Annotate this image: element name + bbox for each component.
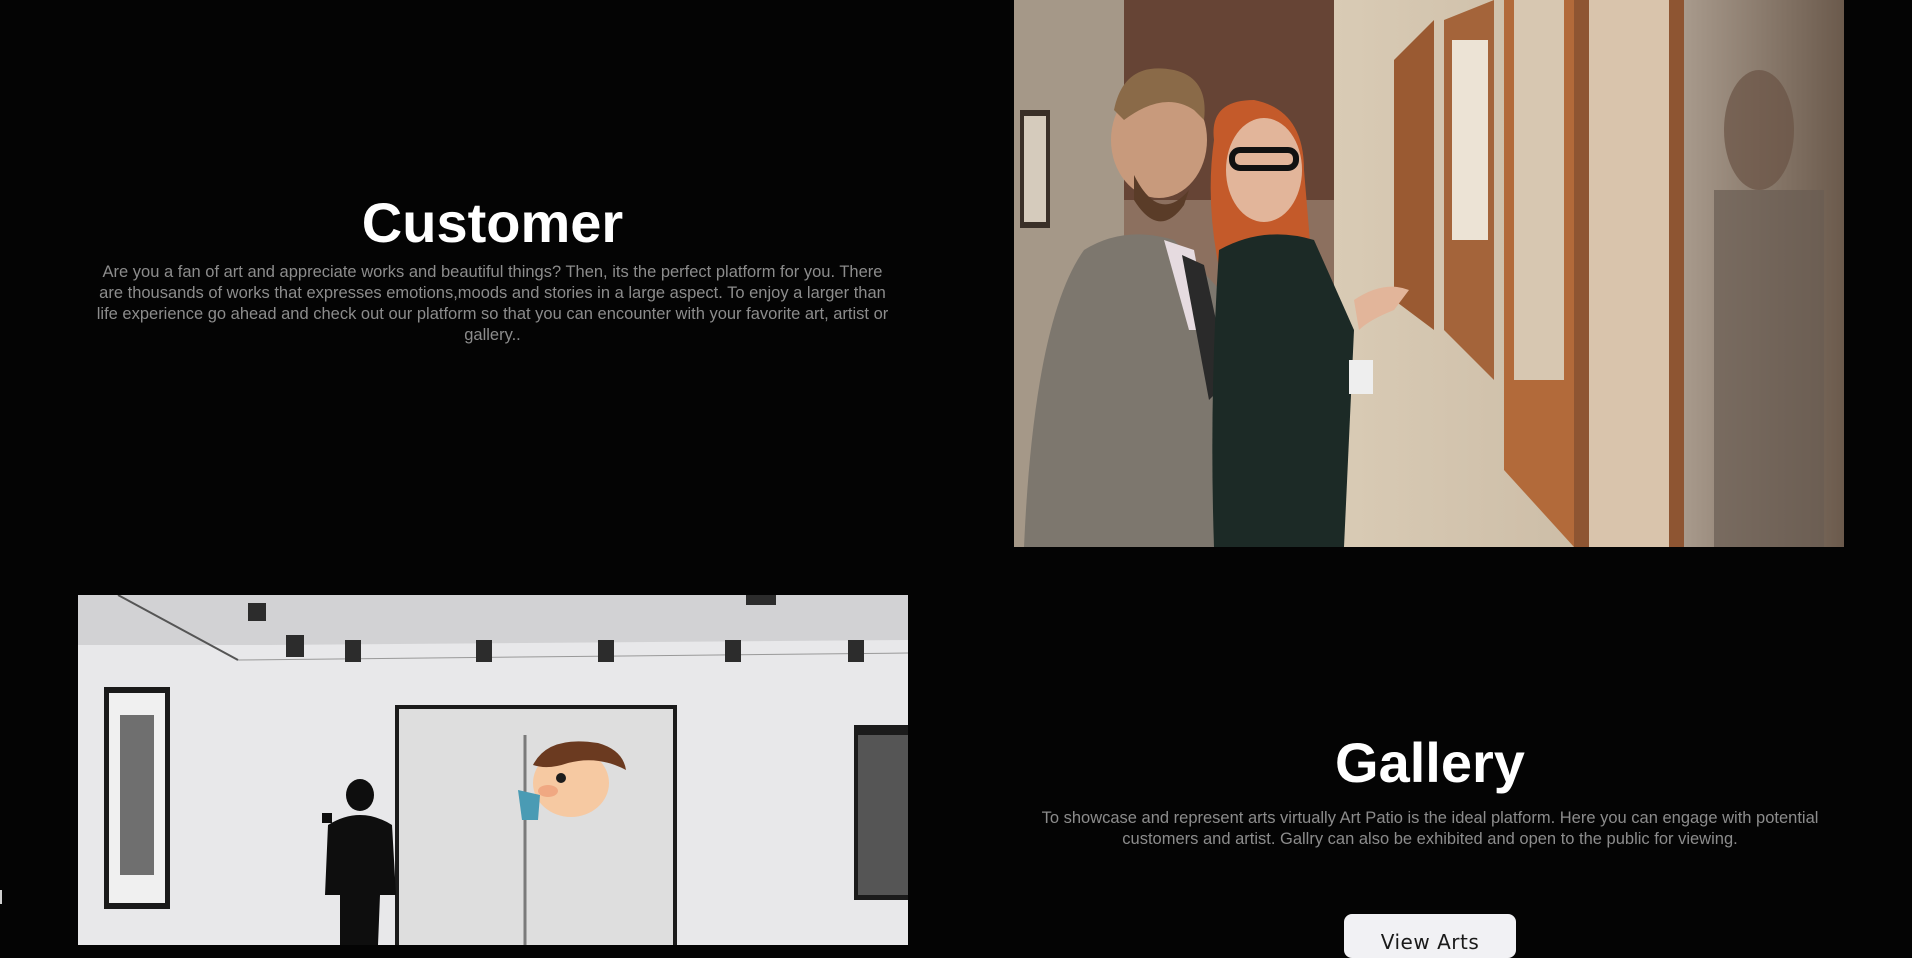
gallery-section: Gallery To showcase and represent arts v… [1040,730,1820,958]
customer-description: Are you a fan of art and appreciate work… [96,263,889,344]
gallery-heading: Gallery [1335,731,1525,794]
view-arts-button[interactable]: View Arts [1344,914,1516,958]
customer-photo [1014,0,1844,547]
customer-section: Customer Are you a fan of art and apprec… [90,180,895,380]
scroll-edge-marker [0,890,2,904]
customer-heading: Customer [361,191,624,254]
gallery-visitors-photo [1014,0,1844,547]
gallery-room-photo [78,595,908,945]
gallery-description: To showcase and represent arts virtually… [1041,809,1819,848]
gallery-photo [78,595,908,945]
